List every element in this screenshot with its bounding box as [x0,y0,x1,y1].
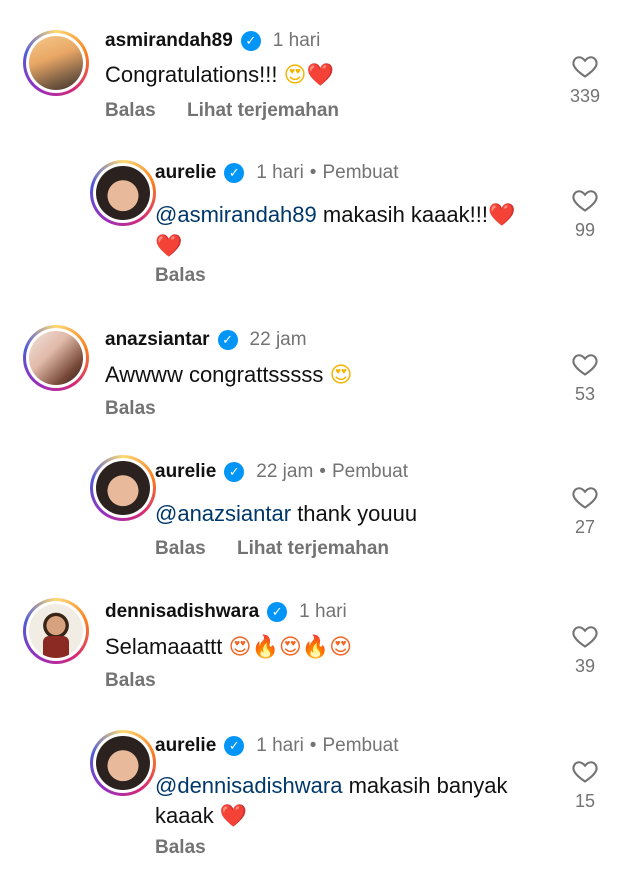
like-count: 99 [574,220,596,240]
emoji: ❤️ [219,804,248,829]
timestamp: 1 hari [299,601,347,622]
separator-dot: • [309,162,317,183]
reply-button[interactable]: Balas [105,398,156,419]
separator-dot: • [309,735,317,756]
heart-outline-icon[interactable] [570,622,600,650]
emoji: ❤️ [155,234,183,259]
comment-4-reply: aurelie ✓ 22 jam • Pembuat @anazsiantar … [0,445,630,575]
timestamp: 1 hari [272,30,321,51]
username[interactable]: aurelie [155,735,216,757]
reply-button[interactable]: Balas [105,100,156,121]
comment-text: Congratulations!!! 😍❤️ [105,62,334,88]
username[interactable]: dennisadishwara [105,601,259,623]
verified-badge-icon: ✓ [224,462,245,482]
heart-outline-icon[interactable] [570,52,600,80]
heart-outline-icon[interactable] [570,483,600,511]
comment-1: asmirandah89 ✓ 1 hari Congratulations!!!… [0,0,630,140]
comment-5: dennisadishwara ✓ 1 hari Selamaaattt 😍🔥😍… [0,580,630,710]
timestamp: 22 jam [249,329,307,350]
heart-outline-icon[interactable] [570,350,600,378]
reply-button[interactable]: Balas [155,837,206,858]
mention-link[interactable]: @asmirandah89 [155,202,317,227]
timestamp: 1 hari [256,735,304,756]
separator-dot: • [319,461,326,482]
comment-3: anazsiantar ✓ 22 jam Awwww congrattsssss… [0,305,630,435]
avatar-anazsiantar[interactable] [23,325,89,391]
like-count: 27 [574,517,596,537]
avatar-aurelie[interactable] [90,160,156,226]
reply-button[interactable]: Balas [155,538,206,559]
like-count: 39 [574,656,596,676]
reply-button[interactable]: Balas [155,265,206,286]
comment-text: @dennisadishwara makasih banyak kaaak ❤️ [155,773,508,829]
heart-outline-icon[interactable] [570,757,600,785]
reply-button[interactable]: Balas [105,670,156,691]
creator-label: Pembuat [331,461,408,482]
avatar-aurelie[interactable] [90,730,156,796]
comment-text: @anazsiantar thank youuu [155,501,418,526]
mention-link[interactable]: @dennisadishwara [155,773,342,798]
see-translation-button[interactable]: Lihat terjemahan [187,100,339,121]
like-count: 339 [569,86,601,106]
comment-text: @asmirandah89 makasih kaaak!!!❤️ ❤️ [155,202,516,259]
like-count: 53 [574,384,596,404]
username[interactable]: anazsiantar [105,329,210,351]
comment-text: Selamaaattt 😍🔥😍🔥😍 [105,634,353,660]
comment-text: Awwww congrattsssss 😍 [105,362,353,388]
comment-6-reply: aurelie ✓ 1 hari • Pembuat @dennisadishw… [0,720,630,878]
avatar-asmirandah89[interactable] [23,30,89,96]
emoji: 😍❤️ [283,63,334,88]
verified-badge-icon: ✓ [224,736,245,756]
creator-label: Pembuat [322,735,399,756]
timestamp: 22 jam [256,461,314,482]
verified-badge-icon: ✓ [240,31,261,51]
username[interactable]: aurelie [155,461,216,483]
see-translation-button[interactable]: Lihat terjemahan [237,538,389,559]
timestamp: 1 hari [256,162,304,183]
creator-label: Pembuat [322,162,399,183]
username[interactable]: asmirandah89 [105,30,233,52]
verified-badge-icon: ✓ [217,330,238,350]
heart-outline-icon[interactable] [570,186,600,214]
comment-2-reply: aurelie ✓ 1 hari • Pembuat @asmirandah89… [0,150,630,300]
mention-link[interactable]: @anazsiantar [155,501,291,526]
like-count: 15 [574,791,596,811]
emoji: 😍 [329,363,353,388]
username[interactable]: aurelie [155,162,216,184]
emoji: ❤️ [487,203,516,228]
emoji: 😍🔥😍🔥😍 [228,635,353,660]
verified-badge-icon: ✓ [267,602,288,622]
verified-badge-icon: ✓ [224,163,245,183]
avatar-aurelie[interactable] [90,455,156,521]
avatar-dennisadishwara[interactable] [23,598,89,664]
